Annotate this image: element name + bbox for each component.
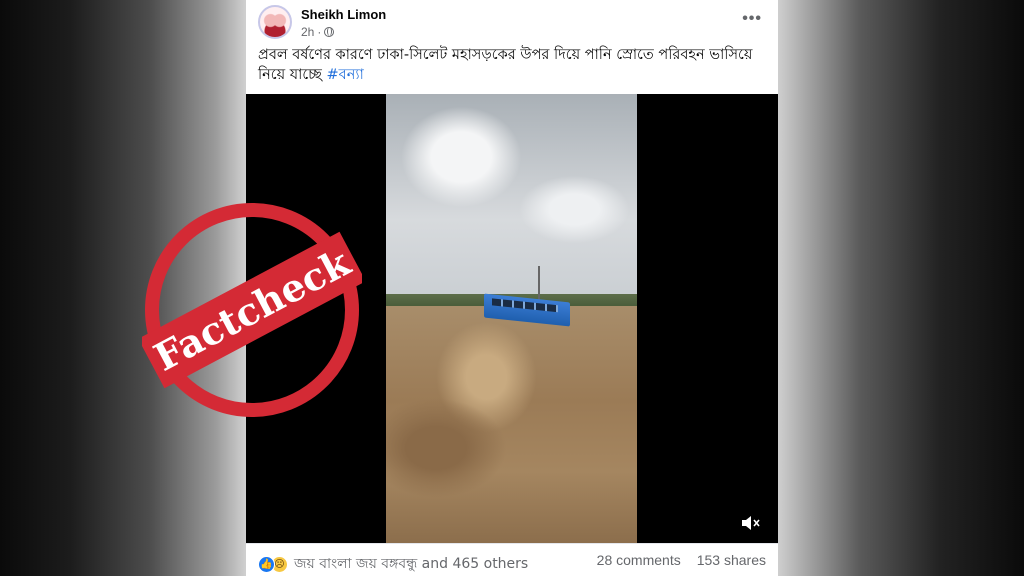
reactions-summary[interactable]: 👍 ☹ জয় বাংলা জয় বঙ্গবন্ধু and 465 othe… xyxy=(258,552,528,576)
reactions-text: জয় বাংলা জয় বঙ্গবন্ধু and 465 others xyxy=(294,556,529,572)
post-header: Sheikh Limon 2h · ••• xyxy=(246,0,778,44)
post-meta: 2h · xyxy=(301,25,335,39)
hashtag-link[interactable]: #বন্যা xyxy=(327,67,364,83)
post-footer: 👍 ☹ জয় বাংলা জয় বঙ্গবন্ধু and 465 othe… xyxy=(246,543,778,576)
shares-count[interactable]: 153 shares xyxy=(697,552,766,568)
post-caption: প্রবল বর্ষণের কারণে ঢাকা-সিলেট মহাসড়কের… xyxy=(258,45,768,85)
video-frame xyxy=(386,94,637,543)
video-sky xyxy=(386,94,637,304)
post-stats: 28 comments 153 shares xyxy=(597,552,766,568)
avatar[interactable] xyxy=(258,5,292,39)
author-name[interactable]: Sheikh Limon xyxy=(301,7,386,22)
dot-separator: · xyxy=(317,25,322,39)
post-time[interactable]: 2h xyxy=(301,25,314,39)
video-floodwater xyxy=(386,306,637,543)
video-player[interactable] xyxy=(246,94,778,543)
comments-count[interactable]: 28 comments xyxy=(597,552,681,568)
globe-icon xyxy=(324,27,335,37)
more-icon[interactable]: ••• xyxy=(742,10,762,28)
like-icon: 👍 xyxy=(258,555,275,573)
facebook-post: Sheikh Limon 2h · ••• প্রবল বর্ষণের কারণ… xyxy=(246,0,778,576)
mute-icon[interactable] xyxy=(740,515,762,531)
